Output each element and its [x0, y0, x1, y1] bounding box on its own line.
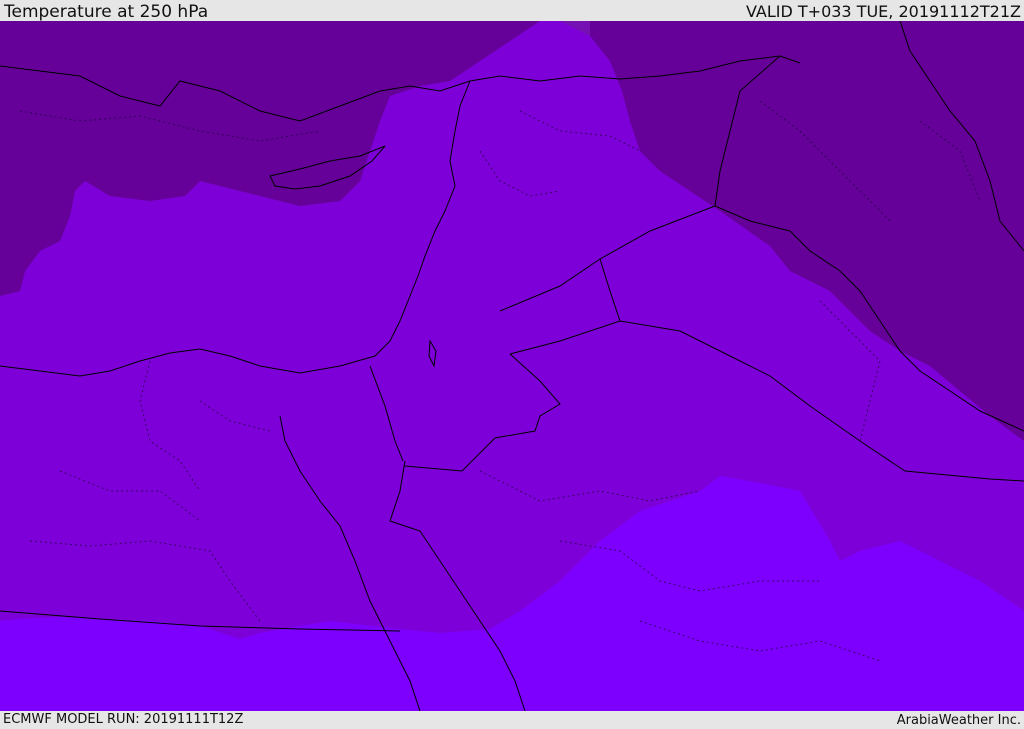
map-canvas[interactable] — [0, 21, 1024, 711]
map-title: Temperature at 250 hPa — [4, 2, 209, 22]
footer-bar: ECMWF MODEL RUN: 20191111T12Z ArabiaWeat… — [0, 711, 1024, 729]
temperature-map[interactable] — [0, 21, 1024, 711]
model-run-label: ECMWF MODEL RUN: 20191111T12Z — [3, 712, 244, 727]
credit-label: ArabiaWeather Inc. — [896, 713, 1021, 728]
header-bar: Temperature at 250 hPa VALID T+033 TUE, … — [0, 0, 1024, 21]
valid-time: VALID T+033 TUE, 20191112T21Z — [745, 2, 1021, 21]
